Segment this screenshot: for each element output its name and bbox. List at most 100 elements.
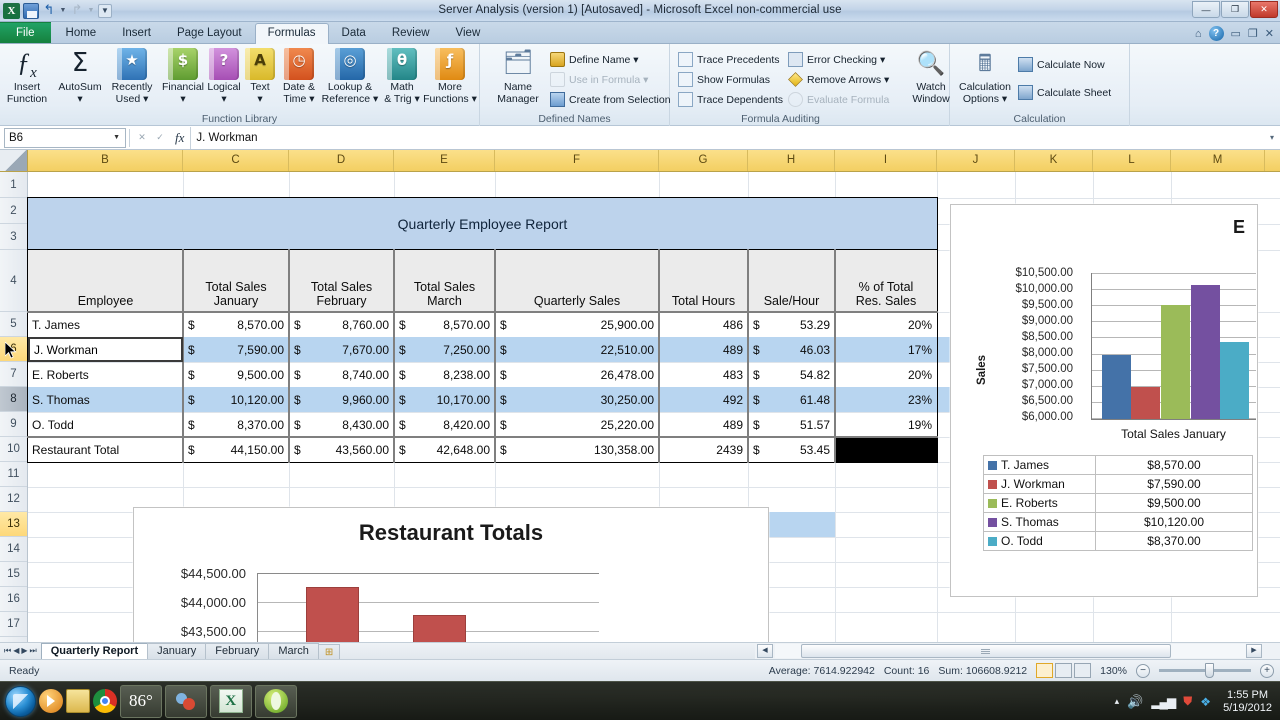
sheet-nav-buttons[interactable]: ⏮ ◀ ▶ ⏭	[0, 646, 41, 656]
remove-arrows-button[interactable]: Trace Dependents	[678, 91, 783, 108]
name-box-dropdown-icon[interactable]: ▼	[113, 134, 120, 141]
row-header-4[interactable]: 4	[0, 250, 27, 312]
tab-data[interactable]: Data	[329, 23, 379, 43]
header-total-sales-january[interactable]: Total Sales January	[183, 250, 289, 312]
calculation-options-button[interactable]: 🖩 Calculation Options ▾	[954, 48, 1016, 105]
taskbar-clock[interactable]: 1:55 PM 5/19/2012	[1219, 689, 1272, 714]
cell-F8[interactable]: $30,250.00	[495, 387, 659, 412]
active-cell-B6[interactable]: J. Workman	[28, 337, 183, 362]
header-total-sales-march[interactable]: Total Sales March	[394, 250, 495, 312]
window-controls[interactable]: — ❐ ✕	[1192, 1, 1278, 18]
cell-I10-blank-black[interactable]	[835, 437, 937, 462]
taskbar-chrome[interactable]	[93, 685, 117, 718]
zoom-out-button[interactable]: −	[1136, 663, 1150, 678]
calculate-now-button[interactable]: Calculate Now	[1018, 56, 1105, 73]
more-functions-button[interactable]: ƒ More Functions ▾	[423, 48, 477, 105]
cell-G7[interactable]: 483	[659, 362, 748, 387]
minimize-ribbon-icon[interactable]: ⌂	[1195, 28, 1202, 40]
watch-window-button[interactable]: 🔍 Watch Window	[907, 48, 955, 105]
row-header-3[interactable]: 3	[0, 224, 27, 250]
select-all-corner[interactable]	[0, 150, 28, 171]
legend-row[interactable]: O. Todd $8,370.00	[983, 531, 1253, 551]
bar-j-workman[interactable]	[1131, 387, 1160, 419]
status-bar-right[interactable]: Average: 7614.922942 Count: 16 Sum: 1066…	[769, 663, 1274, 678]
first-sheet-icon[interactable]: ⏮	[4, 646, 11, 656]
new-sheet-icon[interactable]: ⊞	[317, 643, 341, 659]
tab-home[interactable]: Home	[53, 23, 110, 43]
close-button[interactable]: ✕	[1250, 1, 1278, 18]
header-employee[interactable]: Employee	[28, 250, 183, 312]
calculate-sheet-button[interactable]: Calculate Sheet	[1018, 84, 1111, 101]
column-header-E[interactable]: E	[394, 150, 495, 171]
row-header-2[interactable]: 2	[0, 198, 27, 224]
cell-H8[interactable]: $61.48	[748, 387, 835, 412]
legend-row[interactable]: S. Thomas $10,120.00	[983, 512, 1253, 532]
cell-F7[interactable]: $26,478.00	[495, 362, 659, 387]
row-header-7[interactable]: 7	[0, 362, 27, 387]
cell-D7[interactable]: $8,740.00	[289, 362, 394, 387]
cell-G9[interactable]: 489	[659, 412, 748, 437]
prev-sheet-icon[interactable]: ◀	[13, 646, 19, 656]
zoom-level[interactable]: 130%	[1100, 665, 1127, 677]
define-name-button[interactable]: Define Name ▾	[550, 51, 638, 68]
column-header-J[interactable]: J	[937, 150, 1015, 171]
antivirus-icon[interactable]: ⛊	[1183, 694, 1192, 709]
cell-C5[interactable]: $8,570.00	[183, 312, 289, 337]
create-from-selection-button[interactable]: Create from Selection	[550, 91, 671, 108]
cell-D8[interactable]: $9,960.00	[289, 387, 394, 412]
cell-H6[interactable]: $46.03	[748, 337, 835, 362]
close-workbook-icon[interactable]: ✕	[1265, 27, 1274, 40]
cell-area[interactable]: Quarterly Employee Report Employee Total…	[5, 172, 1280, 642]
ribbon-window-controls[interactable]: ⌂ ? ▭ ❐ ✕	[1195, 26, 1274, 41]
tab-file[interactable]: File	[0, 22, 51, 43]
cell-I7[interactable]: 20%	[835, 362, 937, 387]
header-total-sales-february[interactable]: Total Sales February	[289, 250, 394, 312]
math-trig-button[interactable]: θ Math & Trig ▾	[381, 48, 423, 105]
cell-C7[interactable]: $9,500.00	[183, 362, 289, 387]
start-orb-icon[interactable]	[5, 685, 36, 717]
column-header-I[interactable]: I	[835, 150, 937, 171]
last-sheet-icon[interactable]: ⏭	[30, 646, 37, 656]
restaurant-totals-chart[interactable]: Restaurant Totals $44,500.00 $44,000.00 …	[133, 507, 769, 642]
row-header-16[interactable]: 16	[0, 587, 27, 612]
expand-formula-bar-icon[interactable]: ▾	[1264, 133, 1280, 142]
legend-row[interactable]: E. Roberts $9,500.00	[983, 493, 1253, 513]
autosum-dropdown[interactable]: ▾	[77, 93, 82, 106]
error-checking-button[interactable]: Remove Arrows ▾	[788, 71, 889, 88]
cell-G5[interactable]: 486	[659, 312, 748, 337]
row-header-12[interactable]: 12	[0, 487, 27, 512]
cell-C8[interactable]: $10,120.00	[183, 387, 289, 412]
row-headers[interactable]: 1 2 3 4 5 6 7 8 9 10 11 12 13 14 15 16 1…	[0, 172, 28, 642]
cell-I8[interactable]: 23%	[835, 387, 937, 412]
column-header-D[interactable]: D	[289, 150, 394, 171]
minimize-button[interactable]: —	[1192, 1, 1220, 18]
column-header-F[interactable]: F	[495, 150, 659, 171]
cell-B5[interactable]: T. James	[28, 312, 183, 337]
column-header-K[interactable]: K	[1015, 150, 1093, 171]
name-manager-button[interactable]: 🗂 Name Manager	[490, 48, 546, 105]
logical-button[interactable]: ? Logical ▾	[203, 48, 245, 105]
financial-button[interactable]: $ Financial ▾	[159, 48, 207, 105]
volume-icon[interactable]: 🔊	[1127, 694, 1143, 710]
row-header-14[interactable]: 14	[0, 537, 27, 562]
zoom-slider-thumb[interactable]	[1205, 663, 1214, 678]
text-dropdown[interactable]: ▾	[257, 93, 262, 106]
cell-F5[interactable]: $25,900.00	[495, 312, 659, 337]
header-sale-per-hour[interactable]: Sale/Hour	[748, 250, 835, 312]
cell-H10[interactable]: $53.45	[748, 437, 835, 462]
cell-D10[interactable]: $43,560.00	[289, 437, 394, 462]
recently-used-label-bottom[interactable]: Used ▾	[116, 93, 149, 106]
date-time-label-bottom[interactable]: Time ▾	[283, 93, 314, 106]
column-header-H[interactable]: H	[748, 150, 835, 171]
tab-insert[interactable]: Insert	[109, 23, 164, 43]
cell-B10[interactable]: Restaurant Total	[28, 437, 183, 462]
sheet-tab-bar[interactable]: ⏮ ◀ ▶ ⏭ Quarterly Report January Februar…	[0, 642, 755, 659]
column-header-G[interactable]: G	[659, 150, 748, 171]
column-headers[interactable]: B C D E F G H I J K L M	[0, 150, 1280, 172]
row-header-8[interactable]: 8	[0, 387, 27, 412]
lookup-reference-button[interactable]: ◎ Lookup & Reference ▾	[319, 48, 381, 105]
trace-dependents-button[interactable]: Show Formulas	[678, 71, 770, 88]
cell-H9[interactable]: $51.57	[748, 412, 835, 437]
insert-function-button[interactable]: ƒx Insert Function	[4, 48, 50, 105]
horizontal-scrollbar[interactable]: ◀ ▶	[755, 642, 1280, 659]
